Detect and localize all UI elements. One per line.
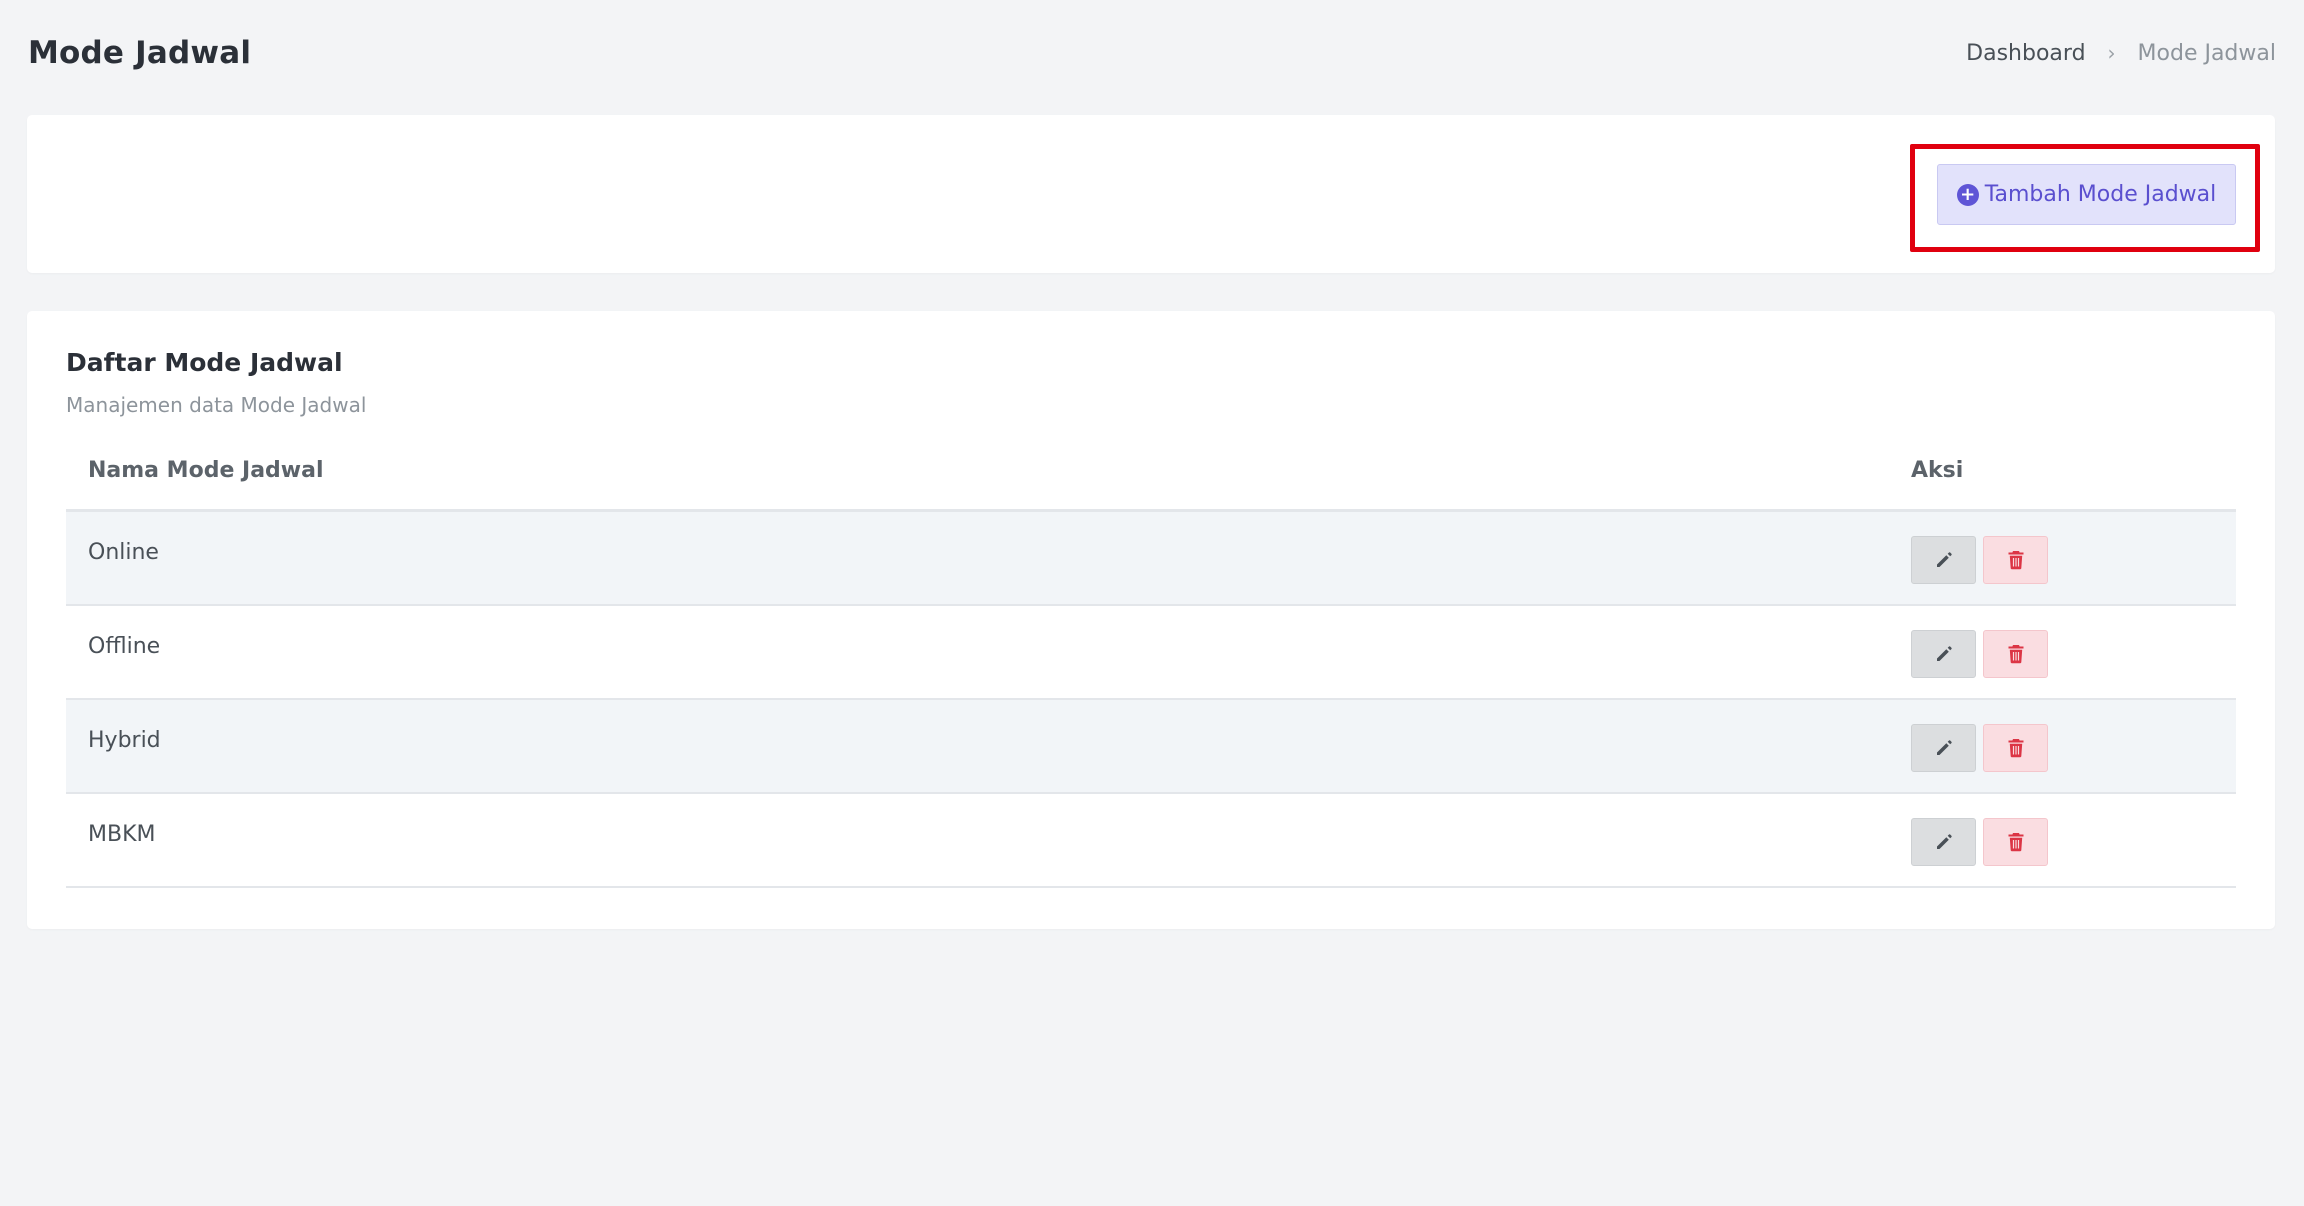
- pencil-icon: [1936, 646, 1952, 661]
- row-actions: [1911, 536, 2048, 584]
- edit-button[interactable]: [1911, 536, 1976, 584]
- breadcrumb: Dashboard › Mode Jadwal: [1966, 41, 2276, 66]
- column-header-actions: Aksi: [1911, 458, 1964, 483]
- page-title: Mode Jadwal: [28, 35, 252, 71]
- row-name: Hybrid: [88, 728, 161, 753]
- breadcrumb-dashboard-link[interactable]: Dashboard: [1966, 41, 2085, 66]
- row-name: Online: [88, 540, 159, 565]
- trash-icon: [2008, 551, 2023, 570]
- breadcrumb-chevron-icon: ›: [2107, 41, 2116, 65]
- toolbar-card: + Tambah Mode Jadwal: [27, 115, 2275, 273]
- trash-icon: [2008, 739, 2023, 758]
- add-mode-jadwal-button[interactable]: + Tambah Mode Jadwal: [1937, 164, 2236, 225]
- table-header: Nama Mode Jadwal Aksi: [66, 431, 2236, 512]
- pencil-icon: [1936, 552, 1952, 567]
- delete-button[interactable]: [1983, 630, 2048, 678]
- delete-button[interactable]: [1983, 818, 2048, 866]
- column-header-name: Nama Mode Jadwal: [88, 458, 324, 483]
- row-actions: [1911, 630, 2048, 678]
- page-header: Mode Jadwal Dashboard › Mode Jadwal: [28, 30, 2276, 76]
- table-row: MBKM: [66, 794, 2236, 888]
- edit-button[interactable]: [1911, 630, 1976, 678]
- row-actions: [1911, 724, 2048, 772]
- pencil-icon: [1936, 740, 1952, 755]
- edit-button[interactable]: [1911, 724, 1976, 772]
- breadcrumb-current: Mode Jadwal: [2137, 40, 2276, 66]
- delete-button[interactable]: [1983, 536, 2048, 584]
- plus-circle-icon: +: [1956, 183, 1979, 206]
- row-name: MBKM: [88, 822, 156, 847]
- table-row: Online: [66, 512, 2236, 606]
- card-subtitle: Manajemen data Mode Jadwal: [66, 393, 367, 417]
- mode-jadwal-list-card: Daftar Mode Jadwal Manajemen data Mode J…: [27, 311, 2275, 929]
- trash-icon: [2008, 833, 2023, 852]
- trash-icon: [2008, 645, 2023, 664]
- row-name: Offline: [88, 634, 161, 659]
- table-row: Offline: [66, 606, 2236, 700]
- pencil-icon: [1936, 834, 1952, 849]
- mode-jadwal-table: Nama Mode Jadwal Aksi Online Offline Hyb…: [66, 431, 2236, 888]
- add-button-label: Tambah Mode Jadwal: [1984, 182, 2217, 207]
- edit-button[interactable]: [1911, 818, 1976, 866]
- card-title: Daftar Mode Jadwal: [66, 348, 343, 377]
- delete-button[interactable]: [1983, 724, 2048, 772]
- row-actions: [1911, 818, 2048, 866]
- table-row: Hybrid: [66, 700, 2236, 794]
